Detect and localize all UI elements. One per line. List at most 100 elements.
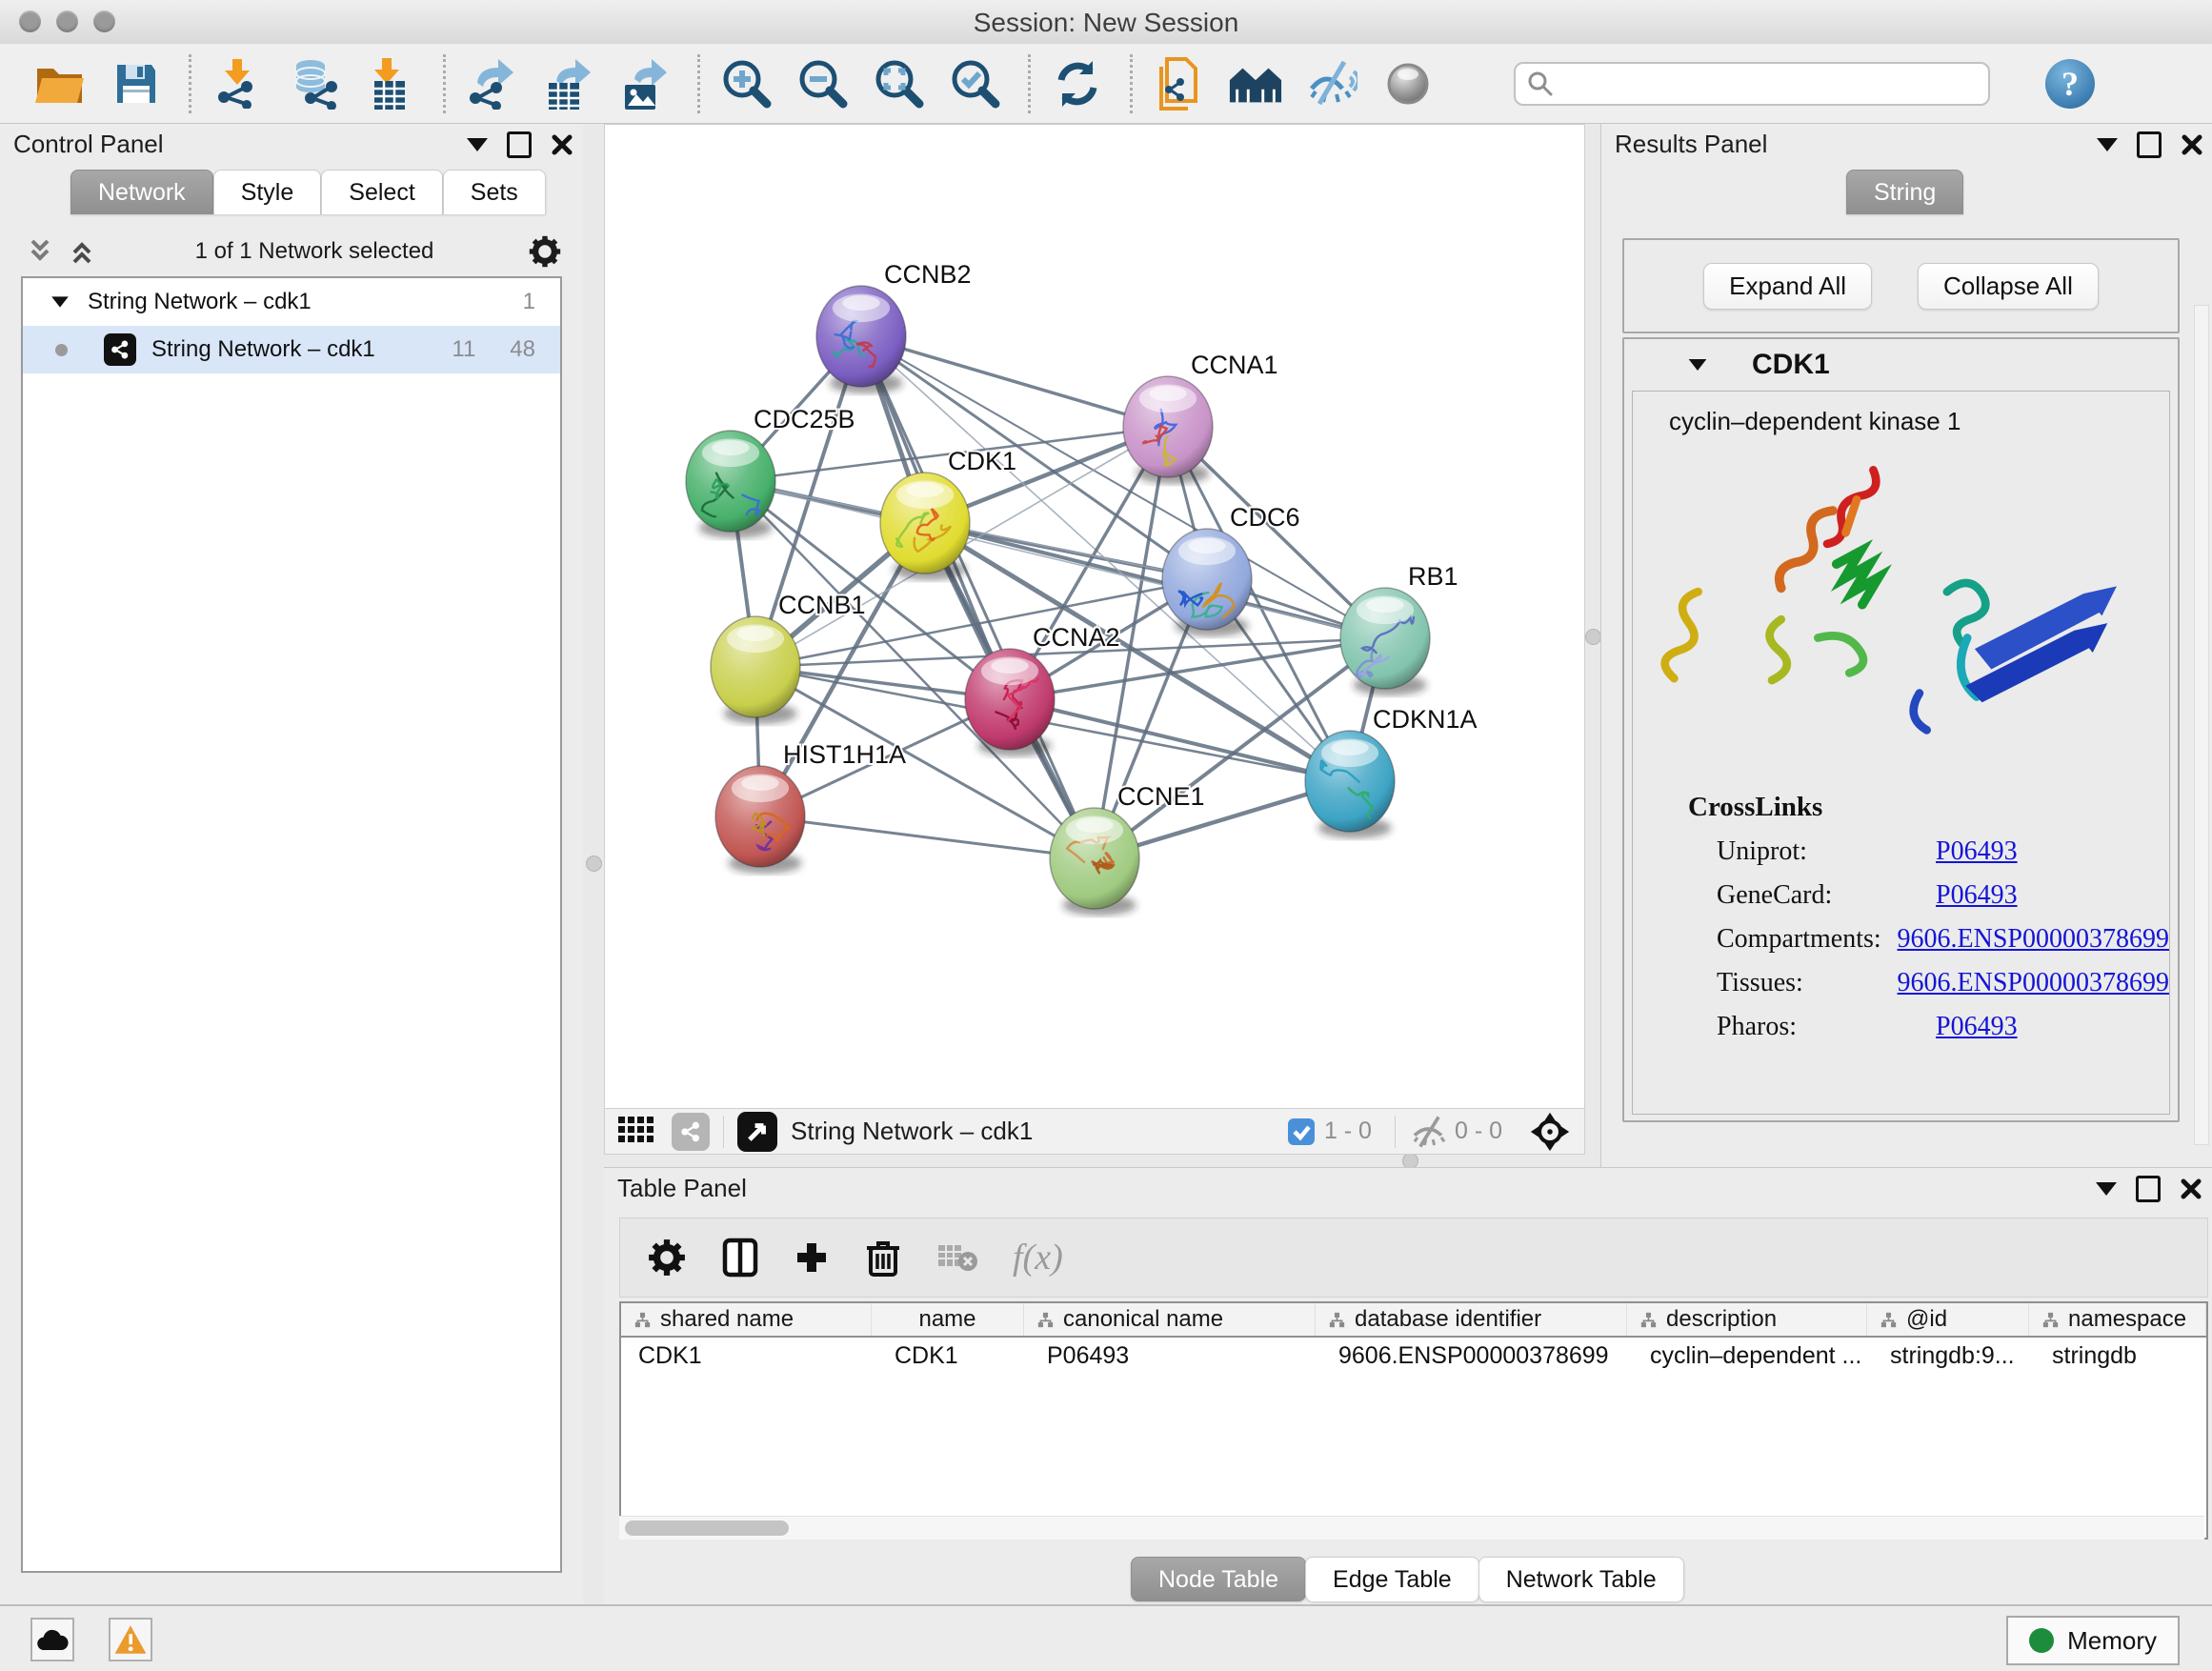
network-row-selected[interactable]: String Network – cdk1 11 48	[23, 326, 560, 373]
refresh-button[interactable]	[1050, 56, 1105, 111]
network-node-CCNB1[interactable]: CCNB1	[711, 591, 866, 724]
export-network-button[interactable]	[465, 56, 520, 111]
show-columns-icon[interactable]	[721, 1237, 759, 1278]
glass-ball-button[interactable]	[1380, 56, 1436, 111]
zoom-in-button[interactable]	[719, 56, 774, 111]
import-network-file-button[interactable]	[211, 56, 266, 111]
table-cell[interactable]: stringdb	[2029, 1342, 2206, 1370]
column-header-namespace[interactable]: namespace	[2029, 1303, 2206, 1336]
network-node-CDC25B[interactable]: CDC25B	[686, 405, 855, 538]
crosslink-link[interactable]: P06493	[1936, 880, 2018, 911]
clear-table-icon[interactable]	[936, 1241, 978, 1274]
tab-string[interactable]: String	[1846, 170, 1963, 214]
tab-select[interactable]: Select	[321, 170, 442, 214]
network-node-CCNB2[interactable]: CCNB2	[816, 260, 972, 393]
table-cell[interactable]: cyclin–dependent ...	[1627, 1342, 1867, 1370]
memory-button[interactable]: Memory	[2006, 1616, 2180, 1665]
add-column-icon[interactable]	[794, 1239, 830, 1276]
network-node-CDC6[interactable]: CDC6	[1162, 503, 1300, 636]
delete-column-trash-icon[interactable]	[864, 1237, 902, 1278]
zoom-selected-button[interactable]	[948, 56, 1003, 111]
open-session-button[interactable]	[32, 56, 88, 111]
column-header-shared-name[interactable]: shared name	[621, 1303, 872, 1336]
network-node-RB1[interactable]: RB1	[1340, 562, 1458, 695]
table-horizontal-scrollbar[interactable]	[619, 1516, 2204, 1540]
maximize-panel-button[interactable]	[507, 131, 532, 158]
fit-content-target-button[interactable]	[1529, 1111, 1571, 1153]
close-panel-button[interactable]	[2180, 1178, 2202, 1200]
network-edge-CCNB2-CCNE1[interactable]	[861, 336, 1095, 858]
table-settings-gear-icon[interactable]	[647, 1238, 687, 1278]
maximize-panel-button[interactable]	[2137, 131, 2162, 158]
selected-checkbox-icon[interactable]	[1286, 1117, 1317, 1147]
import-network-database-button[interactable]	[287, 56, 342, 111]
table-cell[interactable]: P06493	[1024, 1342, 1316, 1370]
save-session-button[interactable]	[109, 56, 164, 111]
network-node-CDKN1A[interactable]: CDKN1A	[1305, 705, 1478, 838]
section-collapse-icon[interactable]	[1689, 359, 1707, 371]
help-button[interactable]: ?	[2043, 57, 2097, 111]
float-panel-button[interactable]	[467, 138, 488, 151]
scrollbar-thumb[interactable]	[625, 1520, 789, 1536]
collapse-all-networks-icon[interactable]	[27, 237, 59, 266]
zoom-out-button[interactable]	[795, 56, 851, 111]
network-collection-row[interactable]: String Network – cdk1 1	[23, 278, 560, 326]
column-header-name[interactable]: name	[872, 1303, 1024, 1336]
tab-edge-table[interactable]: Edge Table	[1305, 1557, 1479, 1601]
zoom-fit-button[interactable]	[872, 56, 927, 111]
network-edge-HIST1H1A-CCNE1[interactable]	[760, 816, 1095, 858]
close-panel-button[interactable]	[2181, 133, 2203, 156]
network-share-icon[interactable]	[672, 1113, 710, 1151]
cloud-status-button[interactable]	[30, 1618, 74, 1661]
export-image-button[interactable]	[617, 56, 673, 111]
tab-network[interactable]: Network	[70, 170, 213, 214]
table-row[interactable]: CDK1CDK1P064939606.ENSP00000378699cyclin…	[621, 1338, 2206, 1374]
expand-all-networks-icon[interactable]	[69, 237, 101, 266]
network-canvas[interactable]: CCNB2CCNA1CDC25BCDK1CDC6RB1CCNB1CCNA2CDK…	[605, 125, 1584, 1109]
network-node-CDK1[interactable]: CDK1	[880, 447, 1016, 580]
table-cell[interactable]: 9606.ENSP00000378699	[1316, 1342, 1627, 1370]
import-table-button[interactable]	[363, 56, 418, 111]
string-import-button[interactable]	[1152, 56, 1207, 111]
tab-network-table[interactable]: Network Table	[1478, 1557, 1684, 1601]
float-panel-button[interactable]	[2096, 1182, 2117, 1196]
column-header-database-identifier[interactable]: database identifier	[1316, 1303, 1627, 1336]
crosslink-link[interactable]: P06493	[1936, 836, 2018, 867]
table-cell[interactable]: CDK1	[872, 1342, 1024, 1370]
expand-all-button[interactable]: Expand All	[1703, 263, 1872, 310]
grid-view-icon[interactable]	[618, 1117, 656, 1147]
network-node-CCNE1[interactable]: CCNE1	[1050, 782, 1205, 916]
network-node-HIST1H1A[interactable]: HIST1H1A	[715, 740, 906, 874]
left-splitter[interactable]	[583, 124, 604, 1604]
export-table-button[interactable]	[541, 56, 596, 111]
crosslink-link[interactable]: P06493	[1936, 1012, 2018, 1042]
table-cell[interactable]: stringdb:9...	[1867, 1342, 2029, 1370]
function-builder-icon[interactable]: f(x)	[1013, 1237, 1063, 1278]
tab-sets[interactable]: Sets	[443, 170, 546, 214]
protein-section-header[interactable]: CDK1	[1624, 339, 2178, 391]
warnings-button[interactable]	[109, 1618, 152, 1661]
tab-node-table[interactable]: Node Table	[1131, 1557, 1306, 1601]
tab-style[interactable]: Style	[213, 170, 322, 214]
network-edge-CCNB2-CCNA1[interactable]	[861, 336, 1168, 427]
birds-eye-view-button[interactable]	[737, 1112, 777, 1152]
table-cell[interactable]: CDK1	[621, 1342, 872, 1370]
column-header-id[interactable]: @id	[1867, 1303, 2029, 1336]
maximize-panel-button[interactable]	[2136, 1176, 2161, 1202]
network-options-gear-icon[interactable]	[528, 234, 562, 269]
hidden-eye-slash-icon[interactable]	[1409, 1116, 1447, 1148]
float-panel-button[interactable]	[2097, 138, 2118, 151]
string-home-button[interactable]	[1228, 56, 1283, 111]
crosslink-link[interactable]: 9606.ENSP00000378699	[1898, 924, 2169, 955]
hide-labels-button[interactable]	[1304, 56, 1359, 111]
column-header-canonical-name[interactable]: canonical name	[1024, 1303, 1316, 1336]
collection-expand-icon[interactable]	[51, 296, 69, 307]
left-splitter-handle[interactable]	[586, 856, 602, 872]
crosslink-link[interactable]: 9606.ENSP00000378699	[1898, 968, 2169, 998]
column-header-description[interactable]: description	[1627, 1303, 1867, 1336]
collapse-all-button[interactable]: Collapse All	[1918, 263, 2099, 310]
search-input[interactable]	[1554, 70, 1958, 98]
close-panel-button[interactable]	[551, 133, 573, 156]
right-splitter-handle[interactable]	[1585, 629, 1601, 645]
network-node-CCNA1[interactable]: CCNA1	[1123, 351, 1278, 484]
